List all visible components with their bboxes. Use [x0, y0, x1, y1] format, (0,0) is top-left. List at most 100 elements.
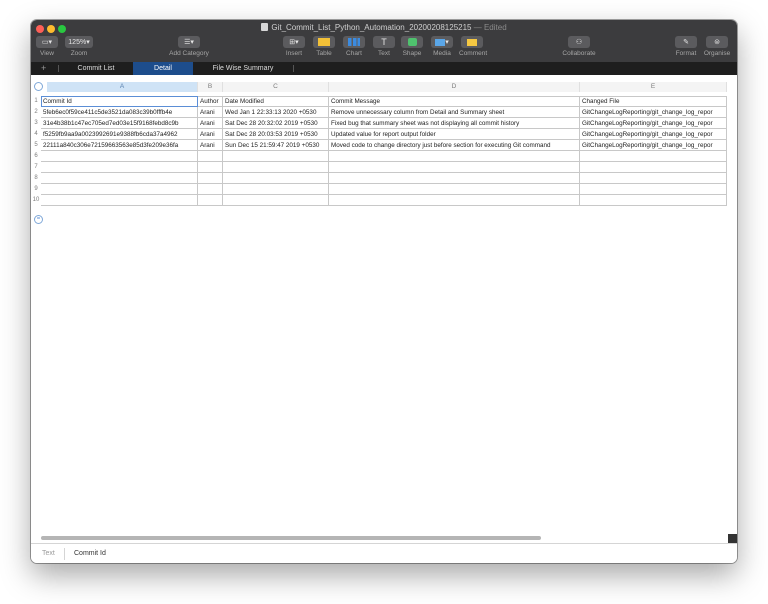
table-cell[interactable] [41, 184, 198, 195]
table-cell[interactable] [580, 184, 727, 195]
table-cell[interactable] [41, 151, 198, 162]
table-cell[interactable] [198, 162, 223, 173]
table-cell[interactable] [223, 195, 329, 206]
table-cell[interactable]: Moved code to change directory just befo… [329, 140, 580, 151]
table-cell[interactable] [580, 195, 727, 206]
tab-file-wise-summary[interactable]: File Wise Summary [193, 62, 293, 75]
table-cell[interactable] [580, 151, 727, 162]
table-cell[interactable] [329, 162, 580, 173]
tab-divider [293, 65, 294, 72]
table-cell[interactable] [41, 162, 198, 173]
table-cell[interactable] [329, 184, 580, 195]
table-cell[interactable]: 5feb6ec0f59ce411c5de3521da083c39b0fffb4e [41, 107, 198, 118]
table-cell[interactable]: Sat Dec 28 20:32:02 2019 +0530 [223, 118, 329, 129]
row-number[interactable]: 5 [31, 140, 41, 151]
table-cell[interactable] [41, 173, 198, 184]
column-header-b[interactable]: B [198, 82, 223, 92]
header-cell[interactable]: Commit Message [329, 96, 580, 107]
row-number[interactable]: 2 [31, 107, 41, 118]
zoom-tool[interactable]: 125% ▾ Zoom [65, 36, 93, 57]
organise-tool[interactable]: ⊜ Organise [703, 36, 731, 57]
header-cell[interactable]: Author [198, 96, 223, 107]
chart-label: Chart [346, 50, 362, 57]
table-cell[interactable] [223, 162, 329, 173]
row-number[interactable]: 9 [31, 184, 41, 195]
table-cell[interactable] [198, 184, 223, 195]
table-cell[interactable]: Sat Dec 28 20:03:53 2019 +0530 [223, 129, 329, 140]
media-tool[interactable]: ▾ Media [431, 36, 453, 57]
table-cell[interactable] [198, 151, 223, 162]
table-cell[interactable]: 31e4b38b1c47ec705ed7ed03e15f9168febd8c9b [41, 118, 198, 129]
sheet-tab-bar: + Commit List Detail File Wise Summary [31, 62, 737, 75]
add-row-handle[interactable]: = [34, 215, 43, 224]
table-cell[interactable]: GitChangeLogReporting/git_change_log_rep… [580, 129, 727, 140]
table-icon [313, 36, 335, 48]
status-cell-value: Commit Id [74, 550, 106, 557]
row-number[interactable]: 4 [31, 129, 41, 140]
zoom-value: 125% [68, 38, 87, 46]
chart-tool[interactable]: Chart [343, 36, 365, 57]
format-tool[interactable]: ✎ Format [674, 36, 698, 57]
table-cell[interactable] [41, 195, 198, 206]
shape-tool[interactable]: Shape [401, 36, 423, 57]
view-label: View [40, 50, 54, 57]
insert-label: Insert [285, 50, 303, 57]
table-cell[interactable] [223, 151, 329, 162]
table-cell[interactable]: Fixed bug that summary sheet was not dis… [329, 118, 580, 129]
table-cell[interactable]: Wed Jan 1 22:33:13 2020 +0530 [223, 107, 329, 118]
table-tool[interactable]: Table [313, 36, 335, 57]
header-cell[interactable]: Date Modified [223, 96, 329, 107]
row-number[interactable]: 8 [31, 173, 41, 184]
row-number[interactable]: 10 [31, 195, 41, 206]
tab-commit-list[interactable]: Commit List [59, 62, 133, 75]
collaborate-tool[interactable]: ⚇ Collaborate [561, 36, 597, 57]
view-tool[interactable]: ▭▾ View [35, 36, 59, 57]
table-cell[interactable]: Remove unnecessary column from Detail an… [329, 107, 580, 118]
status-divider [64, 548, 65, 560]
table-cell[interactable]: GitChangeLogReporting/git_change_log_rep… [580, 107, 727, 118]
comment-tool[interactable]: Comment [459, 36, 488, 57]
table-cell[interactable] [580, 173, 727, 184]
table-cell[interactable]: Arani [198, 107, 223, 118]
table-cell[interactable] [223, 173, 329, 184]
table-cell[interactable] [580, 162, 727, 173]
add-category-tool[interactable]: ☰▾ Add Category [166, 36, 212, 57]
add-sheet-button[interactable]: + [41, 62, 46, 75]
zoom-select[interactable]: 125% ▾ [65, 36, 93, 48]
table-cell[interactable] [198, 173, 223, 184]
header-cell[interactable]: Commit Id [41, 96, 198, 107]
insert-tool[interactable]: ⊞▾ Insert [283, 36, 305, 57]
horizontal-scrollbar[interactable] [41, 536, 541, 540]
sidebar-icon: ▭▾ [36, 36, 58, 48]
tab-detail[interactable]: Detail [133, 62, 193, 75]
table-cell[interactable] [329, 173, 580, 184]
select-table-handle[interactable] [34, 82, 43, 91]
row-number[interactable]: 3 [31, 118, 41, 129]
column-header-d[interactable]: D [329, 82, 580, 92]
column-header-a[interactable]: A [47, 82, 198, 92]
row-number[interactable]: 1 [31, 96, 41, 107]
table-cell[interactable]: Sun Dec 15 21:59:47 2019 +0530 [223, 140, 329, 151]
row-number[interactable]: 6 [31, 151, 41, 162]
comment-label: Comment [459, 50, 488, 57]
table-cell[interactable] [198, 195, 223, 206]
column-header-c[interactable]: C [223, 82, 329, 92]
header-cell[interactable]: Changed File [580, 96, 727, 107]
table-cell[interactable] [223, 184, 329, 195]
table-cell[interactable]: Arani [198, 129, 223, 140]
status-bar: Text Commit Id [31, 543, 737, 563]
column-header-e[interactable]: E [580, 82, 727, 92]
text-tool[interactable]: T Text [373, 36, 395, 57]
table-cell[interactable]: Arani [198, 140, 223, 151]
table-cell[interactable] [329, 195, 580, 206]
table-cell[interactable]: 22111a840c306e72159663563e85d3fe209e36fa [41, 140, 198, 151]
table-cell[interactable]: GitChangeLogReporting/git_change_log_rep… [580, 118, 727, 129]
table-cell[interactable]: Arani [198, 118, 223, 129]
table-cell[interactable]: f5259fb9aa9a0023992691e9388fb6cda37a4962 [41, 129, 198, 140]
table-cell[interactable]: Updated value for report output folder [329, 129, 580, 140]
table-cell[interactable]: GitChangeLogReporting/git_change_log_rep… [580, 140, 727, 151]
status-type-label: Text [42, 550, 55, 557]
row-number[interactable]: 7 [31, 162, 41, 173]
document-icon [261, 23, 269, 31]
table-cell[interactable] [329, 151, 580, 162]
